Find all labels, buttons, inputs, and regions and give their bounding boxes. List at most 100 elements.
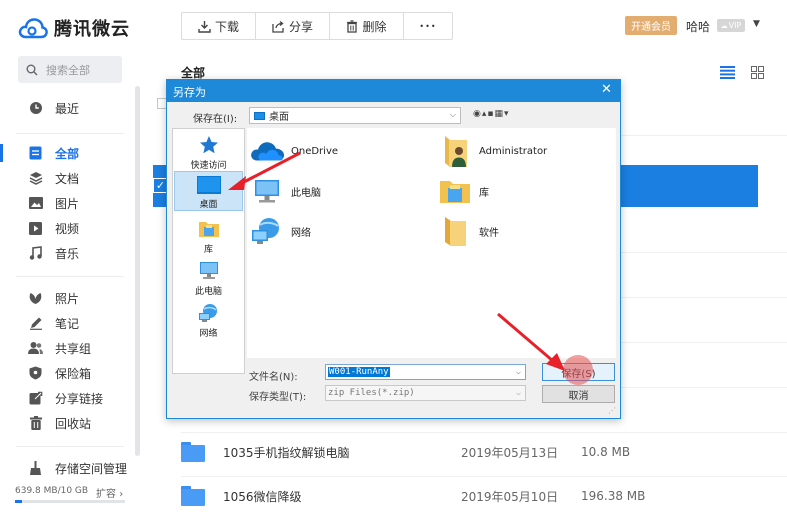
- item-label: 软件: [479, 227, 499, 239]
- grid-view-icon[interactable]: [749, 65, 765, 79]
- save-in-label: 保存在(I):: [193, 114, 238, 125]
- file-name[interactable]: 1035手机指纹解锁电脑: [223, 444, 350, 461]
- download-button[interactable]: 下载: [182, 13, 256, 39]
- item-network[interactable]: 网络: [249, 214, 311, 248]
- item-software[interactable]: 软件: [437, 214, 499, 248]
- sidebar-item-documents[interactable]: 文档: [0, 166, 141, 190]
- sidebar-item-label: 保险箱: [55, 366, 92, 381]
- share-button[interactable]: 分享: [256, 13, 330, 39]
- item-libraries[interactable]: 库: [437, 174, 489, 208]
- sidebar-item-label: 回收站: [55, 416, 92, 431]
- sidebar-item-label: 图片: [55, 196, 80, 211]
- open-vip-button[interactable]: 开通会员: [625, 16, 677, 35]
- place-label: 网络: [199, 329, 218, 339]
- chevron-down-icon: ⌵: [449, 110, 456, 119]
- cancel-button[interactable]: 取消: [542, 385, 615, 403]
- library-icon: [198, 218, 220, 240]
- view-menu-icon[interactable]: ▦▾: [495, 109, 510, 119]
- expand-storage-link[interactable]: 扩容 ›: [96, 485, 123, 500]
- sidebar-item-label: 视频: [55, 221, 80, 236]
- sidebar-divider: [16, 133, 124, 134]
- sidebar-item-images[interactable]: 图片: [0, 191, 141, 215]
- sidebar-item-videos[interactable]: 视频: [0, 216, 141, 240]
- sidebar: 腾讯微云 搜索全部 最近 全部 文档 图片 视频 音乐 照片 笔记 共享组 保险…: [0, 0, 141, 520]
- chevron-down-icon[interactable]: ⌵: [516, 367, 521, 376]
- dialog-title-bar[interactable]: 另存为 ✕: [167, 80, 620, 102]
- sidebar-item-recent[interactable]: 最近: [0, 96, 141, 120]
- broom-icon: [28, 461, 43, 476]
- folder-icon: [181, 442, 205, 462]
- sidebar-item-label: 音乐: [55, 246, 80, 261]
- more-button[interactable]: •••: [404, 13, 452, 39]
- list-view-icon[interactable]: [719, 65, 735, 79]
- item-onedrive[interactable]: OneDrive: [249, 134, 338, 168]
- storage-progress-fill: [15, 500, 22, 503]
- sidebar-item-share-links[interactable]: 分享链接: [0, 386, 141, 410]
- item-this-pc[interactable]: 此电脑: [249, 174, 321, 208]
- share-label: 分享: [288, 19, 313, 34]
- sidebar-item-label: 全部: [55, 146, 80, 161]
- trash-icon: [28, 416, 43, 431]
- resize-grip-icon[interactable]: ⋰: [608, 406, 616, 415]
- sidebar-divider: [16, 446, 124, 447]
- delete-label: 删除: [362, 19, 387, 34]
- desktop-icon: [196, 175, 221, 195]
- new-folder-icon[interactable]: ▪: [487, 109, 494, 119]
- sidebar-item-all[interactable]: 全部: [0, 141, 141, 165]
- chevron-down-icon[interactable]: ▼: [753, 19, 760, 29]
- table-row[interactable]: 1056微信降级 2019年05月10日 196.38 MB: [181, 474, 787, 518]
- sidebar-scrollbar[interactable]: [135, 86, 140, 456]
- place-this-pc[interactable]: 此电脑: [174, 257, 243, 297]
- save-in-select[interactable]: 桌面 ⌵: [249, 107, 461, 124]
- sidebar-item-label: 文档: [55, 171, 80, 186]
- sidebar-item-notes[interactable]: 笔记: [0, 311, 141, 335]
- delete-button[interactable]: 删除: [330, 13, 404, 39]
- item-label: Administrator: [479, 145, 548, 157]
- item-administrator[interactable]: Administrator: [437, 134, 547, 168]
- layers-icon: [28, 171, 43, 186]
- trash-icon: [347, 19, 358, 33]
- network-icon: [198, 302, 220, 324]
- table-row[interactable]: 1035手机指纹解锁电脑 2019年05月13日 10.8 MB: [181, 430, 787, 474]
- place-label: 快速访问: [190, 161, 227, 171]
- share-icon: [272, 20, 284, 33]
- sidebar-item-recycle-bin[interactable]: 回收站: [0, 411, 141, 435]
- filename-value: W001-RunAny: [328, 367, 390, 377]
- search-placeholder: 搜索全部: [46, 63, 90, 77]
- sidebar-item-storage[interactable]: 存储空间管理: [0, 456, 141, 480]
- brand-name: 腾讯微云: [54, 19, 130, 40]
- sidebar-item-label: 照片: [55, 291, 80, 306]
- folder-icon: [437, 214, 473, 248]
- onedrive-cloud-icon: [249, 134, 285, 168]
- file-name[interactable]: 1056微信降级: [223, 488, 302, 505]
- dialog-nav-tools: ◉▴▪▦▾: [473, 109, 510, 119]
- place-quick-access[interactable]: 快速访问: [174, 131, 243, 171]
- sidebar-item-label: 笔记: [55, 316, 80, 331]
- storage-usage: 639.8 MB/10 GB: [15, 486, 89, 496]
- place-desktop[interactable]: 桌面: [174, 171, 243, 211]
- pen-icon: [28, 316, 43, 331]
- sidebar-item-photos[interactable]: 照片: [0, 286, 141, 310]
- sidebar-item-shared-groups[interactable]: 共享组: [0, 336, 141, 360]
- close-icon[interactable]: ✕: [601, 82, 612, 97]
- sidebar-item-label: 分享链接: [55, 391, 104, 406]
- sidebar-item-safe[interactable]: 保险箱: [0, 361, 141, 385]
- brand[interactable]: 腾讯微云: [18, 14, 130, 42]
- place-network[interactable]: 网络: [174, 299, 243, 339]
- music-icon: [28, 246, 43, 261]
- back-icon[interactable]: ◉: [473, 109, 482, 119]
- place-libraries[interactable]: 库: [174, 215, 243, 255]
- user-name[interactable]: 哈哈: [686, 18, 710, 35]
- filetype-select[interactable]: zip Files(*.zip) ⌵: [325, 385, 526, 401]
- search-icon: [26, 64, 38, 75]
- search-box[interactable]: 搜索全部: [18, 56, 122, 83]
- place-label: 桌面: [199, 200, 218, 210]
- cloud-icon: ☁: [720, 21, 728, 30]
- play-icon: [28, 221, 43, 236]
- places-bar: 快速访问 桌面 库 此电脑 网络: [172, 128, 245, 374]
- sidebar-item-music[interactable]: 音乐: [0, 241, 141, 265]
- dialog-file-area: OneDrive Administrator 此电脑 库 网络 软件: [247, 128, 616, 358]
- view-switcher: [705, 65, 765, 79]
- filename-input[interactable]: W001-RunAny ⌵: [325, 364, 526, 380]
- folder-icon: [181, 486, 205, 506]
